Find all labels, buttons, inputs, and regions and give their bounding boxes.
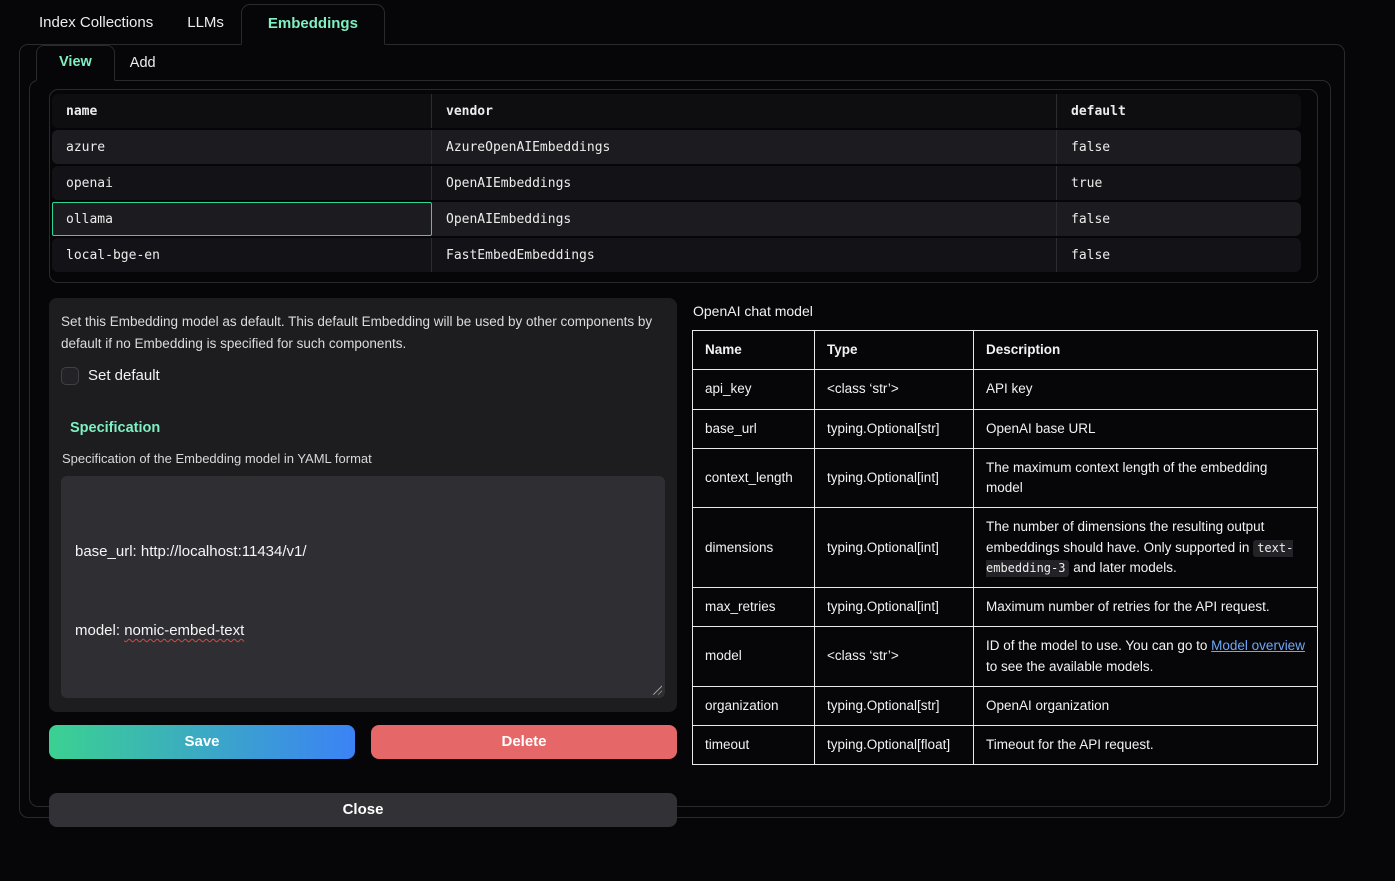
doc-cell-name: timeout [693,726,815,765]
doc-row-model: model <class ‘str’> ID of the model to u… [693,627,1318,687]
cell-default[interactable]: false [1057,130,1301,164]
doc-cell-type: <class ‘str’> [815,370,974,409]
table-row-azure[interactable]: azure AzureOpenAIEmbeddings false [52,130,1301,164]
delete-button[interactable]: Delete [371,725,677,759]
doc-cell-type: typing.Optional[int] [815,448,974,508]
doc-row-api-key: api_key <class ‘str’> API key [693,370,1318,409]
cell-name[interactable]: openai [52,166,432,200]
doc-cell-description: Timeout for the API request. [974,726,1318,765]
embeddings-table-header: name vendor default [52,94,1301,128]
view-tab-panel: name vendor default azure AzureOpenAIEmb… [29,80,1331,807]
cell-default[interactable]: true [1057,166,1301,200]
set-default-label: Set default [88,367,160,384]
doc-cell-type: typing.Optional[int] [815,588,974,627]
column-header-vendor: vendor [432,94,1057,128]
yaml-spec-textarea[interactable]: base_url: http://localhost:11434/v1/ mod… [61,476,665,698]
column-header-default: default [1057,94,1301,128]
default-settings-panel: Set this Embedding model as default. Thi… [49,298,677,712]
doc-cell-description: Maximum number of retries for the API re… [974,588,1318,627]
doc-row-base-url: base_url typing.Optional[str] OpenAI bas… [693,409,1318,448]
set-default-checkbox-row[interactable]: Set default [61,367,665,385]
doc-cell-type: <class ‘str’> [815,627,974,687]
model-overview-link[interactable]: Model overview [1211,638,1305,653]
doc-row-organization: organization typing.Optional[str] OpenAI… [693,686,1318,725]
column-header-name: name [52,94,432,128]
cell-default[interactable]: false [1057,202,1301,236]
close-button[interactable]: Close [49,793,677,827]
set-default-checkbox[interactable] [61,367,79,385]
cell-vendor[interactable]: OpenAIEmbeddings [432,166,1057,200]
doc-title: OpenAI chat model [693,303,1318,319]
doc-cell-type: typing.Optional[str] [815,409,974,448]
yaml-line-2: model: nomic-embed-text [75,618,651,644]
doc-cell-name: organization [693,686,815,725]
yaml-model-value: nomic-embed-text [124,622,244,639]
tab-index-collections[interactable]: Index Collections [22,0,170,44]
specification-caption: Specification of the Embedding model in … [62,451,665,466]
doc-cell-description: The number of dimensions the resulting o… [974,508,1318,588]
specification-heading: Specification [70,420,665,436]
doc-cell-description: The maximum context length of the embedd… [974,448,1318,508]
table-row-ollama[interactable]: ollama OpenAIEmbeddings false [52,202,1301,236]
cell-vendor[interactable]: OpenAIEmbeddings [432,202,1057,236]
cell-name-selected[interactable]: ollama [52,202,432,236]
cell-vendor[interactable]: AzureOpenAIEmbeddings [432,130,1057,164]
detail-column: Set this Embedding model as default. Thi… [49,298,677,827]
doc-column-name: Name [693,331,815,370]
doc-row-max-retries: max_retries typing.Optional[int] Maximum… [693,588,1318,627]
cell-name[interactable]: azure [52,130,432,164]
doc-row-timeout: timeout typing.Optional[float] Timeout f… [693,726,1318,765]
tab-add[interactable]: Add [115,45,171,80]
embeddings-tab-panel: View Add name vendor default azure Azure… [19,44,1345,818]
cell-vendor[interactable]: FastEmbedEmbeddings [432,238,1057,272]
embeddings-table: name vendor default azure AzureOpenAIEmb… [52,92,1301,274]
doc-cell-name: model [693,627,815,687]
doc-table: Name Type Description api_key <class ‘st… [692,330,1318,765]
embeddings-table-container: name vendor default azure AzureOpenAIEmb… [49,89,1318,283]
doc-column-type: Type [815,331,974,370]
doc-cell-name: api_key [693,370,815,409]
tab-embeddings[interactable]: Embeddings [241,4,385,45]
doc-column: OpenAI chat model Name Type Description … [692,298,1318,827]
default-description: Set this Embedding model as default. Thi… [61,311,665,355]
cell-name[interactable]: local-bge-en [52,238,432,272]
yaml-line-1: base_url: http://localhost:11434/v1/ [75,539,651,565]
doc-cell-name: context_length [693,448,815,508]
tab-llms[interactable]: LLMs [170,0,241,44]
table-row-local-bge-en[interactable]: local-bge-en FastEmbedEmbeddings false [52,238,1301,272]
doc-row-dimensions: dimensions typing.Optional[int] The numb… [693,508,1318,588]
save-button[interactable]: Save [49,725,355,759]
cell-default[interactable]: false [1057,238,1301,272]
doc-column-description: Description [974,331,1318,370]
main-tab-bar: Index Collections LLMs Embeddings [0,0,1395,44]
doc-cell-description: ID of the model to use. You can go to Mo… [974,627,1318,687]
doc-cell-description: API key [974,370,1318,409]
resize-handle-icon[interactable] [651,684,662,695]
doc-cell-description: OpenAI organization [974,686,1318,725]
doc-cell-name: dimensions [693,508,815,588]
doc-cell-type: typing.Optional[str] [815,686,974,725]
tab-view[interactable]: View [36,45,115,81]
table-row-openai[interactable]: openai OpenAIEmbeddings true [52,166,1301,200]
doc-row-context-length: context_length typing.Optional[int] The … [693,448,1318,508]
doc-cell-description: OpenAI base URL [974,409,1318,448]
doc-cell-name: base_url [693,409,815,448]
doc-cell-type: typing.Optional[float] [815,726,974,765]
doc-table-header: Name Type Description [693,331,1318,370]
sub-tab-bar: View Add [20,45,1344,80]
action-button-row: Save Delete [49,725,677,759]
doc-cell-name: max_retries [693,588,815,627]
doc-cell-type: typing.Optional[int] [815,508,974,588]
